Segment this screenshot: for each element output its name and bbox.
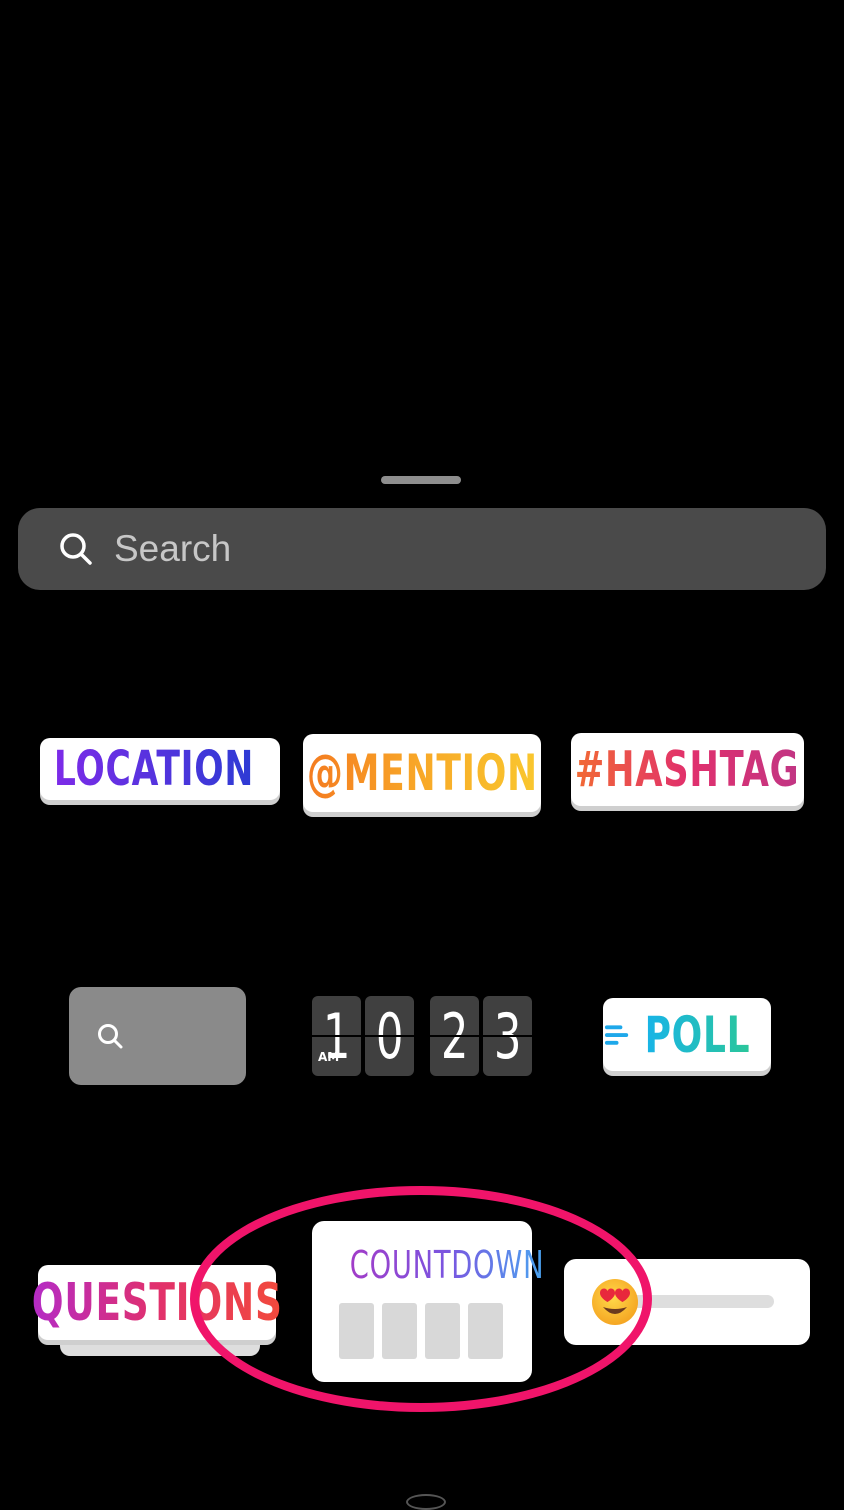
countdown-box bbox=[468, 1303, 503, 1359]
search-placeholder: Search bbox=[114, 528, 232, 569]
gif-search-sticker[interactable] bbox=[69, 987, 246, 1085]
clock-digit-tile: 2 bbox=[429, 996, 479, 1076]
time-sticker[interactable]: AM 1 0 2 3 bbox=[312, 996, 532, 1076]
clock-digit-tile: 3 bbox=[482, 996, 532, 1076]
hashtag-label: #HASHTAG bbox=[575, 741, 800, 798]
emoji-slider-sticker[interactable] bbox=[564, 1259, 810, 1345]
poll-label: POLL bbox=[644, 1005, 751, 1064]
clock-gap bbox=[418, 996, 426, 1076]
heart-eyes-emoji-icon bbox=[592, 1279, 638, 1325]
hashtag-sticker[interactable]: #HASHTAG bbox=[571, 733, 804, 806]
countdown-boxes bbox=[339, 1303, 503, 1359]
search-icon bbox=[60, 533, 92, 565]
mention-sticker[interactable]: @MENTION bbox=[303, 734, 541, 812]
clock-digit-tile: AM 1 bbox=[312, 996, 362, 1076]
clock-digit: 0 bbox=[375, 999, 404, 1073]
questions-sticker[interactable]: QUESTIONS bbox=[32, 1265, 282, 1340]
countdown-box bbox=[382, 1303, 417, 1359]
mention-label: @MENTION bbox=[306, 744, 538, 802]
countdown-label-wrap: COUNTDOWN bbox=[312, 1243, 544, 1287]
clock-digit: 2 bbox=[440, 999, 469, 1073]
countdown-box bbox=[425, 1303, 460, 1359]
location-sticker[interactable]: LOCATION bbox=[40, 738, 280, 800]
clock-digit: 3 bbox=[493, 999, 522, 1073]
gif-search-icon bbox=[98, 1024, 123, 1049]
search-bar[interactable]: Search bbox=[18, 508, 826, 590]
clock-digit-tile: 0 bbox=[365, 996, 415, 1076]
drag-handle[interactable] bbox=[381, 476, 461, 484]
poll-lines-icon bbox=[604, 1024, 629, 1045]
countdown-label: COUNTDOWN bbox=[349, 1243, 545, 1287]
slider-track bbox=[630, 1295, 774, 1308]
countdown-sticker[interactable]: COUNTDOWN bbox=[312, 1221, 544, 1382]
poll-sticker[interactable]: POLL bbox=[603, 998, 771, 1071]
questions-label: QUESTIONS bbox=[31, 1272, 283, 1333]
location-label: LOCATION bbox=[53, 741, 255, 797]
bottom-indicator bbox=[406, 1494, 446, 1510]
clock-ampm: AM bbox=[318, 1050, 340, 1064]
countdown-box bbox=[339, 1303, 374, 1359]
